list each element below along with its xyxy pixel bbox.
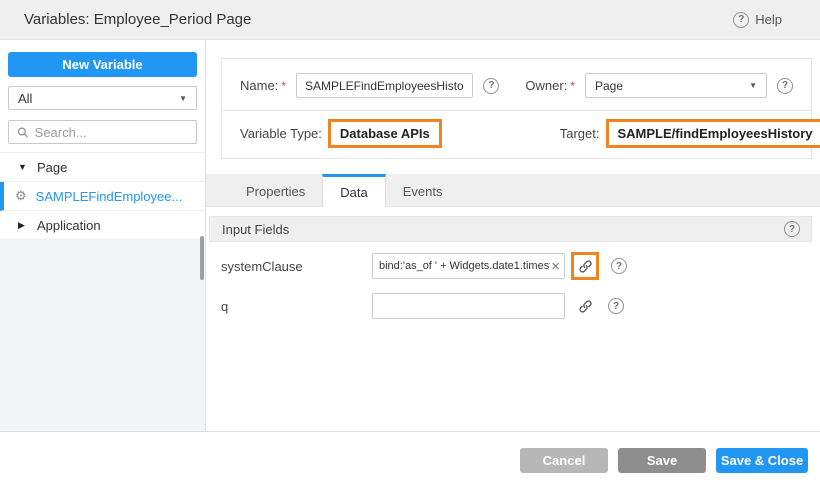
variable-type-value-highlighted: Database APIs <box>328 119 442 148</box>
save-button[interactable]: Save <box>618 448 706 473</box>
clear-binding-icon[interactable]: × <box>550 259 561 274</box>
owner-label: Owner: <box>525 78 567 93</box>
chevron-down-icon: ▼ <box>179 94 187 103</box>
name-required-marker: * <box>281 79 286 93</box>
tree-item-variable-label: SAMPLEFindEmployee... <box>36 189 183 204</box>
search-input[interactable] <box>35 125 188 140</box>
help-button[interactable]: ? Help <box>733 12 782 28</box>
variables-sidebar: New Variable All ▼ ▼ Page <box>0 40 206 431</box>
input-fields-title: Input Fields <box>222 222 289 237</box>
variable-type-label: Variable Type: <box>240 126 322 141</box>
owner-required-marker: * <box>570 79 575 93</box>
variable-filter-select[interactable]: All ▼ <box>8 86 197 110</box>
systemclause-value-box[interactable]: bind:'as_of ' + Widgets.date1.timestam × <box>372 253 565 279</box>
save-and-close-button[interactable]: Save & Close <box>716 448 808 473</box>
link-icon <box>578 299 593 314</box>
name-label: Name: <box>240 78 278 93</box>
sidebar-controls: New Variable All ▼ <box>0 40 205 152</box>
dialog-footer: Cancel Save Save & Close <box>0 431 820 489</box>
systemclause-bind-expression: bind:'as_of ' + Widgets.date1.timestam <box>379 260 550 272</box>
owner-select[interactable]: Page ▼ <box>585 73 767 98</box>
caret-right-icon: ▶ <box>18 220 28 231</box>
data-tab-content: Input Fields ? systemClause bind:'as_of … <box>206 207 820 431</box>
variables-tree: ▼ Page ⚙ SAMPLEFindEmployee... ▶ Applica… <box>0 152 205 240</box>
target-label: Target: <box>560 126 600 141</box>
input-fields-help-icon[interactable]: ? <box>784 221 800 237</box>
help-icon: ? <box>733 12 749 28</box>
variable-summary-panel: Name: * ? Owner: * Page ▼ ? V <box>221 58 812 159</box>
cancel-button[interactable]: Cancel <box>520 448 608 473</box>
name-help-icon[interactable]: ? <box>483 78 499 94</box>
variables-dialog: Variables: Employee_Period Page ? Help N… <box>0 0 820 489</box>
target-value-highlighted: SAMPLE/findEmployeesHistory <box>606 119 820 148</box>
systemclause-help-icon[interactable]: ? <box>611 258 627 274</box>
tab-properties[interactable]: Properties <box>229 174 322 206</box>
systemclause-label: systemClause <box>221 259 372 274</box>
new-variable-button[interactable]: New Variable <box>8 52 197 77</box>
variable-filter-value: All <box>18 91 32 106</box>
sidebar-scrollbar[interactable] <box>200 236 204 280</box>
owner-selected-value: Page <box>595 79 623 93</box>
q-help-icon[interactable]: ? <box>608 298 624 314</box>
tree-group-page[interactable]: ▼ Page <box>0 153 205 182</box>
dialog-header: Variables: Employee_Period Page ? Help <box>0 0 820 40</box>
q-field[interactable] <box>372 293 565 319</box>
tree-group-application-label: Application <box>37 218 101 233</box>
q-label: q <box>221 299 372 314</box>
q-bind-button[interactable] <box>574 295 596 317</box>
caret-down-icon: ▼ <box>18 162 28 172</box>
name-field[interactable] <box>296 73 473 98</box>
tree-item-variable-selected[interactable]: ⚙ SAMPLEFindEmployee... <box>0 182 205 211</box>
variable-detail-panel: Name: * ? Owner: * Page ▼ ? V <box>206 40 820 431</box>
link-icon <box>578 259 593 274</box>
tab-events[interactable]: Events <box>386 174 460 206</box>
search-icon <box>17 126 29 139</box>
tree-group-application[interactable]: ▶ Application <box>0 211 205 240</box>
field-row-systemclause: systemClause bind:'as_of ' + Widgets.dat… <box>221 252 820 280</box>
tab-data[interactable]: Data <box>322 174 385 207</box>
variable-icon: ⚙ <box>15 188 27 204</box>
systemclause-bind-button-highlighted[interactable] <box>571 252 599 280</box>
variable-search[interactable] <box>8 120 197 144</box>
tree-group-page-label: Page <box>37 160 67 175</box>
detail-tabs: Properties Data Events <box>206 174 820 207</box>
help-label: Help <box>755 12 782 27</box>
chevron-down-icon: ▼ <box>749 81 757 90</box>
input-fields-section-header: Input Fields ? <box>209 216 812 242</box>
field-row-q: q ? <box>221 293 820 319</box>
page-title: Variables: Employee_Period Page <box>24 11 251 28</box>
owner-help-icon[interactable]: ? <box>777 78 793 94</box>
